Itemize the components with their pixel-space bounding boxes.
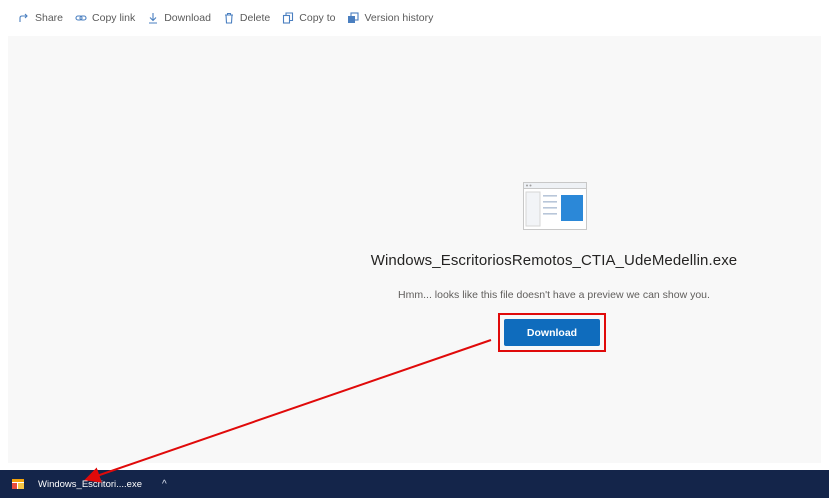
copy-link-label: Copy link	[92, 12, 136, 24]
download-button[interactable]: Download	[504, 319, 600, 346]
exe-file-icon	[523, 182, 587, 230]
share-label: Share	[35, 12, 64, 24]
link-icon	[75, 12, 87, 24]
no-preview-message: Hmm... looks like this file doesn't have…	[398, 289, 710, 301]
version-history-icon	[347, 12, 360, 24]
download-icon	[147, 12, 159, 24]
copy-link-button[interactable]: Copy link	[75, 12, 135, 24]
command-bar: Share Copy link Download Delete Copy to …	[0, 0, 829, 36]
download-toolbar-button[interactable]: Download	[147, 12, 211, 24]
share-icon	[18, 12, 30, 24]
copy-icon	[282, 12, 294, 24]
version-history-label: Version history	[364, 12, 434, 24]
version-history-button[interactable]: Version history	[347, 12, 433, 24]
preview-pane: Windows_EscritoriosRemotos_CTIA_UdeMedel…	[8, 36, 821, 463]
chevron-up-icon[interactable]: ^	[162, 479, 167, 490]
share-button[interactable]: Share	[18, 12, 63, 24]
downloaded-file-label: Windows_Escritori....exe	[38, 478, 143, 490]
delete-button[interactable]: Delete	[223, 12, 270, 24]
downloaded-file-item[interactable]: Windows_Escritori....exe	[12, 478, 142, 490]
exe-file-icon	[12, 478, 24, 490]
copy-to-label: Copy to	[299, 12, 336, 24]
download-bar: Windows_Escritori....exe ^	[0, 470, 829, 498]
copy-to-button[interactable]: Copy to	[282, 12, 335, 24]
delete-label: Delete	[239, 12, 271, 24]
file-name: Windows_EscritoriosRemotos_CTIA_UdeMedel…	[370, 252, 738, 269]
download-toolbar-label: Download	[164, 12, 211, 24]
trash-icon	[223, 12, 235, 24]
